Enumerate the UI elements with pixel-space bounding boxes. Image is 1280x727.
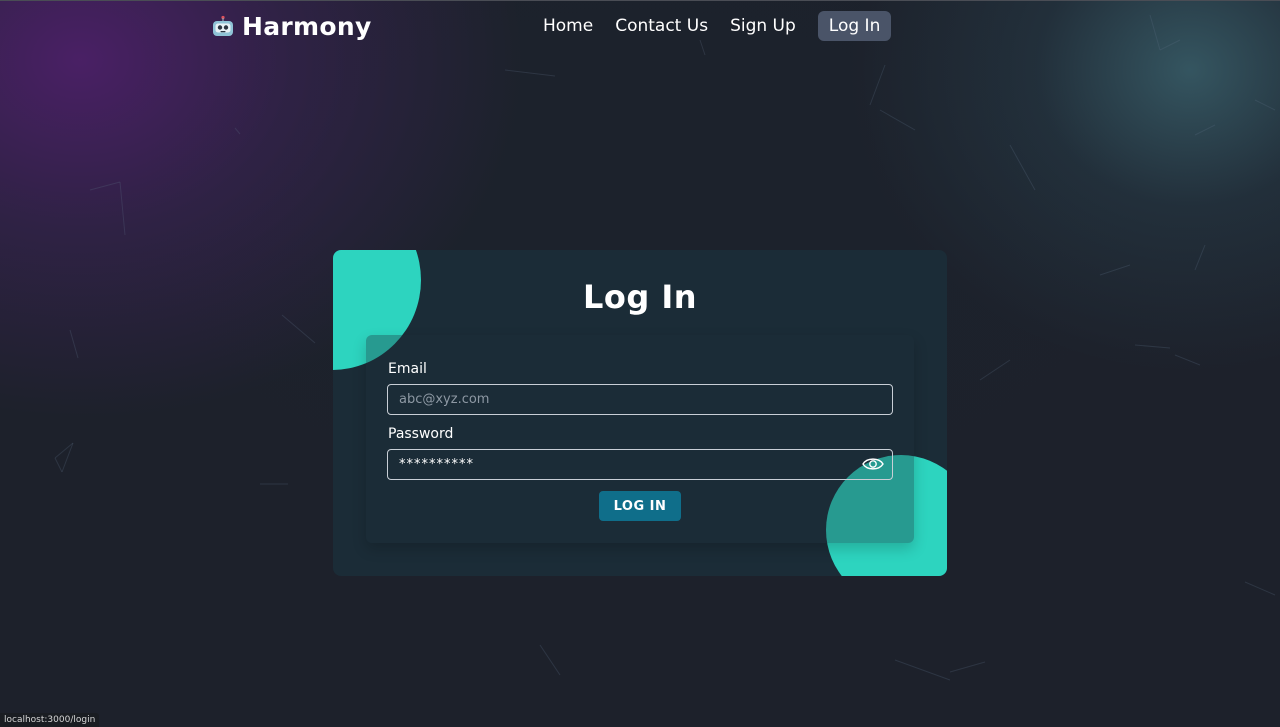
password-label: Password <box>388 426 454 442</box>
password-input[interactable] <box>387 449 893 480</box>
nav-sign-up-link[interactable]: Sign Up <box>719 11 807 41</box>
brand-name: Harmony <box>242 11 372 41</box>
robot-icon <box>213 15 233 36</box>
nav-home-link[interactable]: Home <box>532 11 604 41</box>
login-card: Log In Email Password LOG IN <box>333 250 947 576</box>
brand-logo-link[interactable]: Harmony <box>212 8 372 44</box>
email-input[interactable] <box>387 384 893 415</box>
nav-log-in-link[interactable]: Log In <box>817 11 892 41</box>
status-bar-url: localhost:3000/login <box>0 713 100 727</box>
nav-contact-us-link[interactable]: Contact Us <box>604 11 719 41</box>
eye-icon[interactable] <box>862 455 884 473</box>
window-top-border <box>0 0 1280 1</box>
main-navigation: Home Contact Us Sign Up Log In <box>532 10 892 42</box>
login-title: Log In <box>582 278 698 316</box>
email-label: Email <box>388 361 427 377</box>
login-submit-button[interactable]: LOG IN <box>599 491 681 521</box>
